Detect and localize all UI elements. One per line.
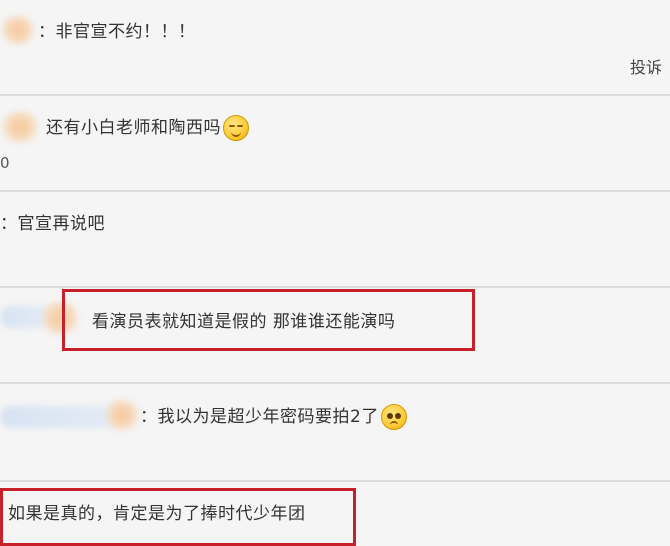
complain-link[interactable]: 投诉 bbox=[630, 54, 662, 78]
avatar[interactable] bbox=[0, 16, 36, 44]
avatar[interactable] bbox=[104, 400, 140, 430]
comment-text: ：我以为是超少年密码要拍2了 bbox=[140, 404, 407, 430]
comment-text-content: 还有小白老师和陶西吗 bbox=[46, 118, 221, 138]
comment-text: 还有小白老师和陶西吗 bbox=[46, 115, 249, 141]
comment-text: ：官宣再说吧 bbox=[0, 214, 105, 234]
pleading-icon bbox=[380, 404, 407, 430]
highlight-box bbox=[0, 488, 356, 546]
comment-item: 如果是真的，肯定是为了捧时代少年团 bbox=[0, 482, 670, 546]
comment-item: 看演员表就知道是假的 那谁谁还能演吗 bbox=[0, 288, 670, 384]
avatar[interactable] bbox=[0, 112, 40, 142]
comment-item: ：官宣再说吧 bbox=[0, 192, 670, 288]
comment-meta: 0 bbox=[0, 154, 10, 172]
comment-item: 还有小白老师和陶西吗 0 bbox=[0, 96, 670, 192]
comment-item: ：非官宣不约！！！ 投诉 bbox=[0, 0, 670, 96]
smile-icon bbox=[223, 115, 249, 141]
comment-text: ：非官宣不约！！！ bbox=[38, 22, 196, 42]
comment-text-content: ：我以为是超少年密码要拍2了 bbox=[140, 407, 379, 427]
highlight-box bbox=[62, 289, 475, 351]
username[interactable] bbox=[0, 406, 120, 428]
comment-item: ：我以为是超少年密码要拍2了 bbox=[0, 384, 670, 482]
